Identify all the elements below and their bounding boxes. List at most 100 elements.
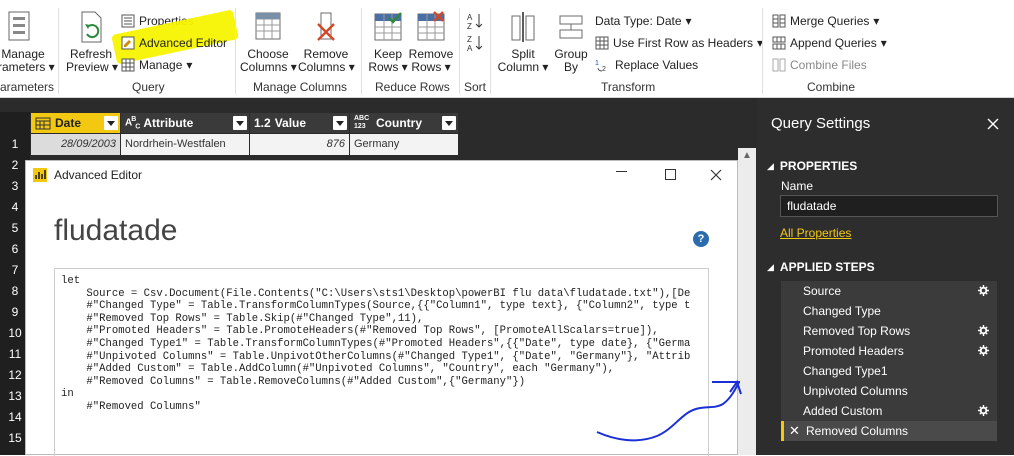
group-by-label-2: By [563,60,578,74]
data-type-label: Data Type: Date [595,14,682,28]
refresh-label-2: Preview ▾ [66,60,119,74]
chevron-down-icon: ▾ [873,14,880,28]
choose-columns-button[interactable]: Choose Columns ▾ [240,10,297,74]
choose-label-2: Columns ▾ [240,60,297,74]
column-name: Attribute [143,116,194,130]
help-icon[interactable]: ? [693,231,709,247]
keep-rows-icon [374,12,402,41]
svg-text:1: 1 [595,60,599,67]
query-settings-title: Query Settings [771,115,871,132]
properties-section-header[interactable]: ◢ PROPERTIES [767,159,857,173]
parameters-icon [8,11,30,41]
svg-text:Z: Z [467,22,472,30]
chevron-down-icon: ▾ [685,14,692,28]
all-properties-link[interactable]: All Properties [780,226,851,240]
use-first-row-as-headers-button[interactable]: Use First Row as Headers ▾ [595,34,763,52]
remove-rows-icon [417,11,445,41]
combine-group-label: Combine [807,80,856,94]
group-by-button[interactable]: Group By [550,10,592,74]
column-header-attribute[interactable]: ABC Attribute [121,113,249,133]
properties-heading: PROPERTIES [779,159,858,173]
column-header-country[interactable]: ABC 123 Country [350,113,458,133]
delete-step-icon[interactable]: ✕ [789,421,800,441]
applied-step-item[interactable]: Promoted Headers [781,341,997,361]
annotation-arrow [596,379,742,442]
gear-icon[interactable] [978,345,989,356]
close-icon[interactable] [710,169,722,181]
applied-step-item[interactable]: Removed Top Rows [781,321,997,341]
gear-icon[interactable] [978,405,989,416]
cell-date[interactable]: 28/09/2003 [31,134,120,155]
applied-steps-section-header[interactable]: ◢ APPLIED STEPS [767,260,875,274]
column-header-date[interactable]: Date [31,113,120,133]
replace-values-button[interactable]: 12 Replace Values [595,56,698,74]
gear-icon[interactable] [978,285,989,296]
step-label: Changed Type1 [803,364,888,378]
applied-step-item[interactable]: Changed Type1 [781,361,997,381]
refresh-preview-button[interactable]: Refresh Preview ▾ [66,10,119,74]
svg-text:A: A [467,44,473,52]
column-filter-button[interactable] [333,116,347,130]
applied-step-item[interactable]: Source [781,281,997,301]
applied-steps-heading: APPLIED STEPS [779,260,875,274]
advanced-editor-button[interactable]: Advanced Editor [121,34,227,52]
applied-step-item[interactable]: ✕ Removed Columns [781,421,997,441]
chevron-down-icon: ▾ [186,58,193,72]
combine-files-button[interactable]: Combine Files [772,56,867,74]
gear-icon[interactable] [978,325,989,336]
remove-columns-button[interactable]: Remove Columns ▾ [298,10,355,74]
group-separator [459,8,460,94]
use-first-row-label: Use First Row as Headers [613,36,754,50]
column-header-value[interactable]: 1.2 Value [250,113,349,133]
split-column-button[interactable]: Split Column ▾ [496,10,550,74]
collapse-triangle-icon: ◢ [767,160,774,171]
sort-group-label: Sort [464,80,487,94]
query-name-input[interactable]: fludatade [780,195,998,217]
maximize-icon[interactable] [665,169,676,180]
cell-attribute[interactable]: Nordrhein-Westfalen [121,134,249,155]
cell-country[interactable]: Germany [350,134,458,155]
remove-rows-button[interactable]: Remove Rows ▾ [408,10,454,74]
replace-values-icon: 12 [595,60,606,72]
remove-cols-label-2: Columns ▾ [298,60,355,74]
column-filter-button[interactable] [233,116,247,130]
minimize-icon[interactable] [616,171,627,172]
advanced-editor-icon [121,36,135,50]
column-filter-button[interactable] [442,116,456,130]
merge-queries-icon [772,14,786,28]
manage-button[interactable]: Manage ▾ [121,56,192,74]
close-pane-icon[interactable] [987,118,999,130]
group-separator [762,8,763,94]
append-queries-label: Append Queries [790,36,877,50]
keep-rows-button[interactable]: Keep Rows ▾ [366,10,410,74]
applied-step-item[interactable]: Added Custom [781,401,997,421]
column-filter-button[interactable] [104,116,118,130]
merge-queries-button[interactable]: Merge Queries ▾ [772,12,879,30]
svg-text:Z: Z [467,35,472,44]
sort-descending-button[interactable]: ZA [466,34,484,52]
properties-icon [121,14,135,28]
combine-files-label: Combine Files [790,58,867,72]
append-queries-button[interactable]: Append Queries ▾ [772,34,887,52]
cell-value[interactable]: 876 [250,134,349,155]
headers-icon [595,36,609,50]
replace-values-label: Replace Values [615,58,699,72]
collapse-triangle-icon: ◢ [767,261,774,272]
sort-ascending-button[interactable]: AZ [466,12,484,30]
dialog-title-bar: Advanced Editor [26,161,737,189]
chevron-down-icon: ▾ [880,36,887,50]
manage-parameters-button[interactable]: Manage rameters ▾ [0,10,55,74]
query-group-label: Query [132,80,165,94]
data-type-dropdown[interactable]: Data Type: Date ▾ [595,12,692,30]
split-label-2: Column ▾ [497,60,549,74]
ribbon: Manage rameters ▾ arameters Refresh Prev… [0,0,1014,98]
merge-queries-label: Merge Queries [790,14,870,28]
step-label: Changed Type [803,304,881,318]
remove-rows-label-2: Rows ▾ [411,60,451,74]
dialog-title: Advanced Editor [54,168,143,182]
keep-label-2: Rows ▾ [368,60,408,74]
applied-step-item[interactable]: Unpivoted Columns [781,381,997,401]
transform-group-label: Transform [601,80,656,94]
parameters-group-label: arameters [0,80,55,94]
applied-step-item[interactable]: Changed Type [781,301,997,321]
